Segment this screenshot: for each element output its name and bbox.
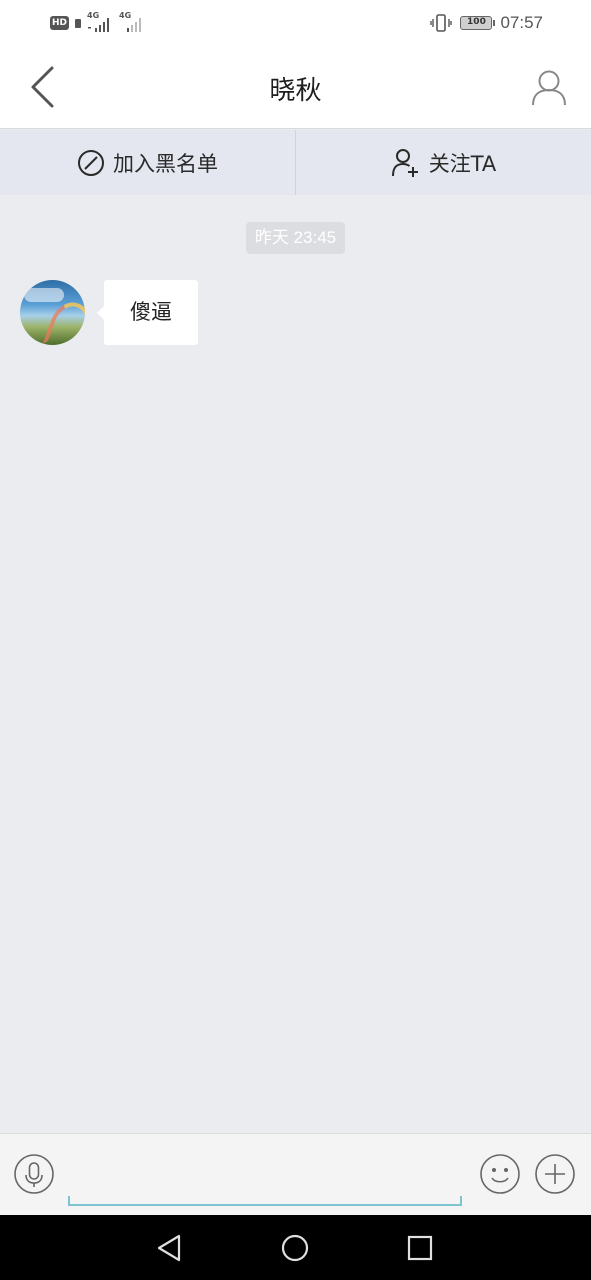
signal-icon-2: 4G <box>119 11 145 33</box>
hd-badge: HD <box>50 16 70 30</box>
message-input[interactable] <box>68 1148 462 1206</box>
nav-home-button[interactable] <box>277 1230 313 1266</box>
nav-back-button[interactable] <box>151 1230 187 1266</box>
square-recents-icon <box>407 1235 433 1261</box>
plus-circle-icon <box>535 1154 575 1194</box>
message-bubble[interactable]: 傻逼 <box>97 280 198 345</box>
network-type-label: 4G <box>87 11 100 20</box>
avatar-cloud-decor <box>24 288 64 302</box>
nav-recents-button[interactable] <box>402 1230 438 1266</box>
input-underline-tick-left <box>68 1196 70 1206</box>
status-time: 07:57 <box>500 13 543 32</box>
voice-button[interactable] <box>14 1154 54 1194</box>
triangle-back-icon <box>157 1234 181 1262</box>
input-bar <box>0 1133 591 1215</box>
sender-avatar[interactable] <box>20 280 85 345</box>
system-nav-bar <box>0 1215 591 1280</box>
network-type-label-2: 4G <box>119 11 132 20</box>
status-bar: HD 4G 4G 100 07:57 <box>0 0 591 46</box>
smiley-icon <box>480 1154 520 1194</box>
blacklist-button[interactable]: 加入黑名单 <box>0 130 295 195</box>
circle-home-icon <box>281 1234 309 1262</box>
block-icon <box>78 149 104 176</box>
sim-icon <box>75 18 82 28</box>
chat-title: 晓秋 <box>269 76 322 106</box>
status-left: HD 4G 4G <box>50 11 145 34</box>
add-user-icon <box>391 148 418 177</box>
status-right: 100 07:57 <box>430 12 543 34</box>
profile-button[interactable] <box>529 66 569 110</box>
follow-button[interactable]: 关注TA <box>296 130 591 195</box>
emoji-button[interactable] <box>480 1154 520 1194</box>
message-timestamp: 昨天 23:45 <box>246 222 345 254</box>
user-icon <box>532 70 566 106</box>
blacklist-label: 加入黑名单 <box>113 151 218 176</box>
signal-icon: 4G <box>87 11 113 33</box>
battery-indicator: 100 <box>460 16 496 30</box>
avatar-rainbow-decor <box>42 296 85 345</box>
input-underline-tick-right <box>460 1196 462 1206</box>
vibrate-icon <box>430 14 453 32</box>
follow-label: 关注TA <box>428 151 497 176</box>
microphone-icon <box>14 1154 54 1194</box>
chat-header: 晓秋 <box>0 46 591 129</box>
more-button[interactable] <box>535 1154 575 1194</box>
action-bar: 加入黑名单 关注TA <box>0 130 591 195</box>
